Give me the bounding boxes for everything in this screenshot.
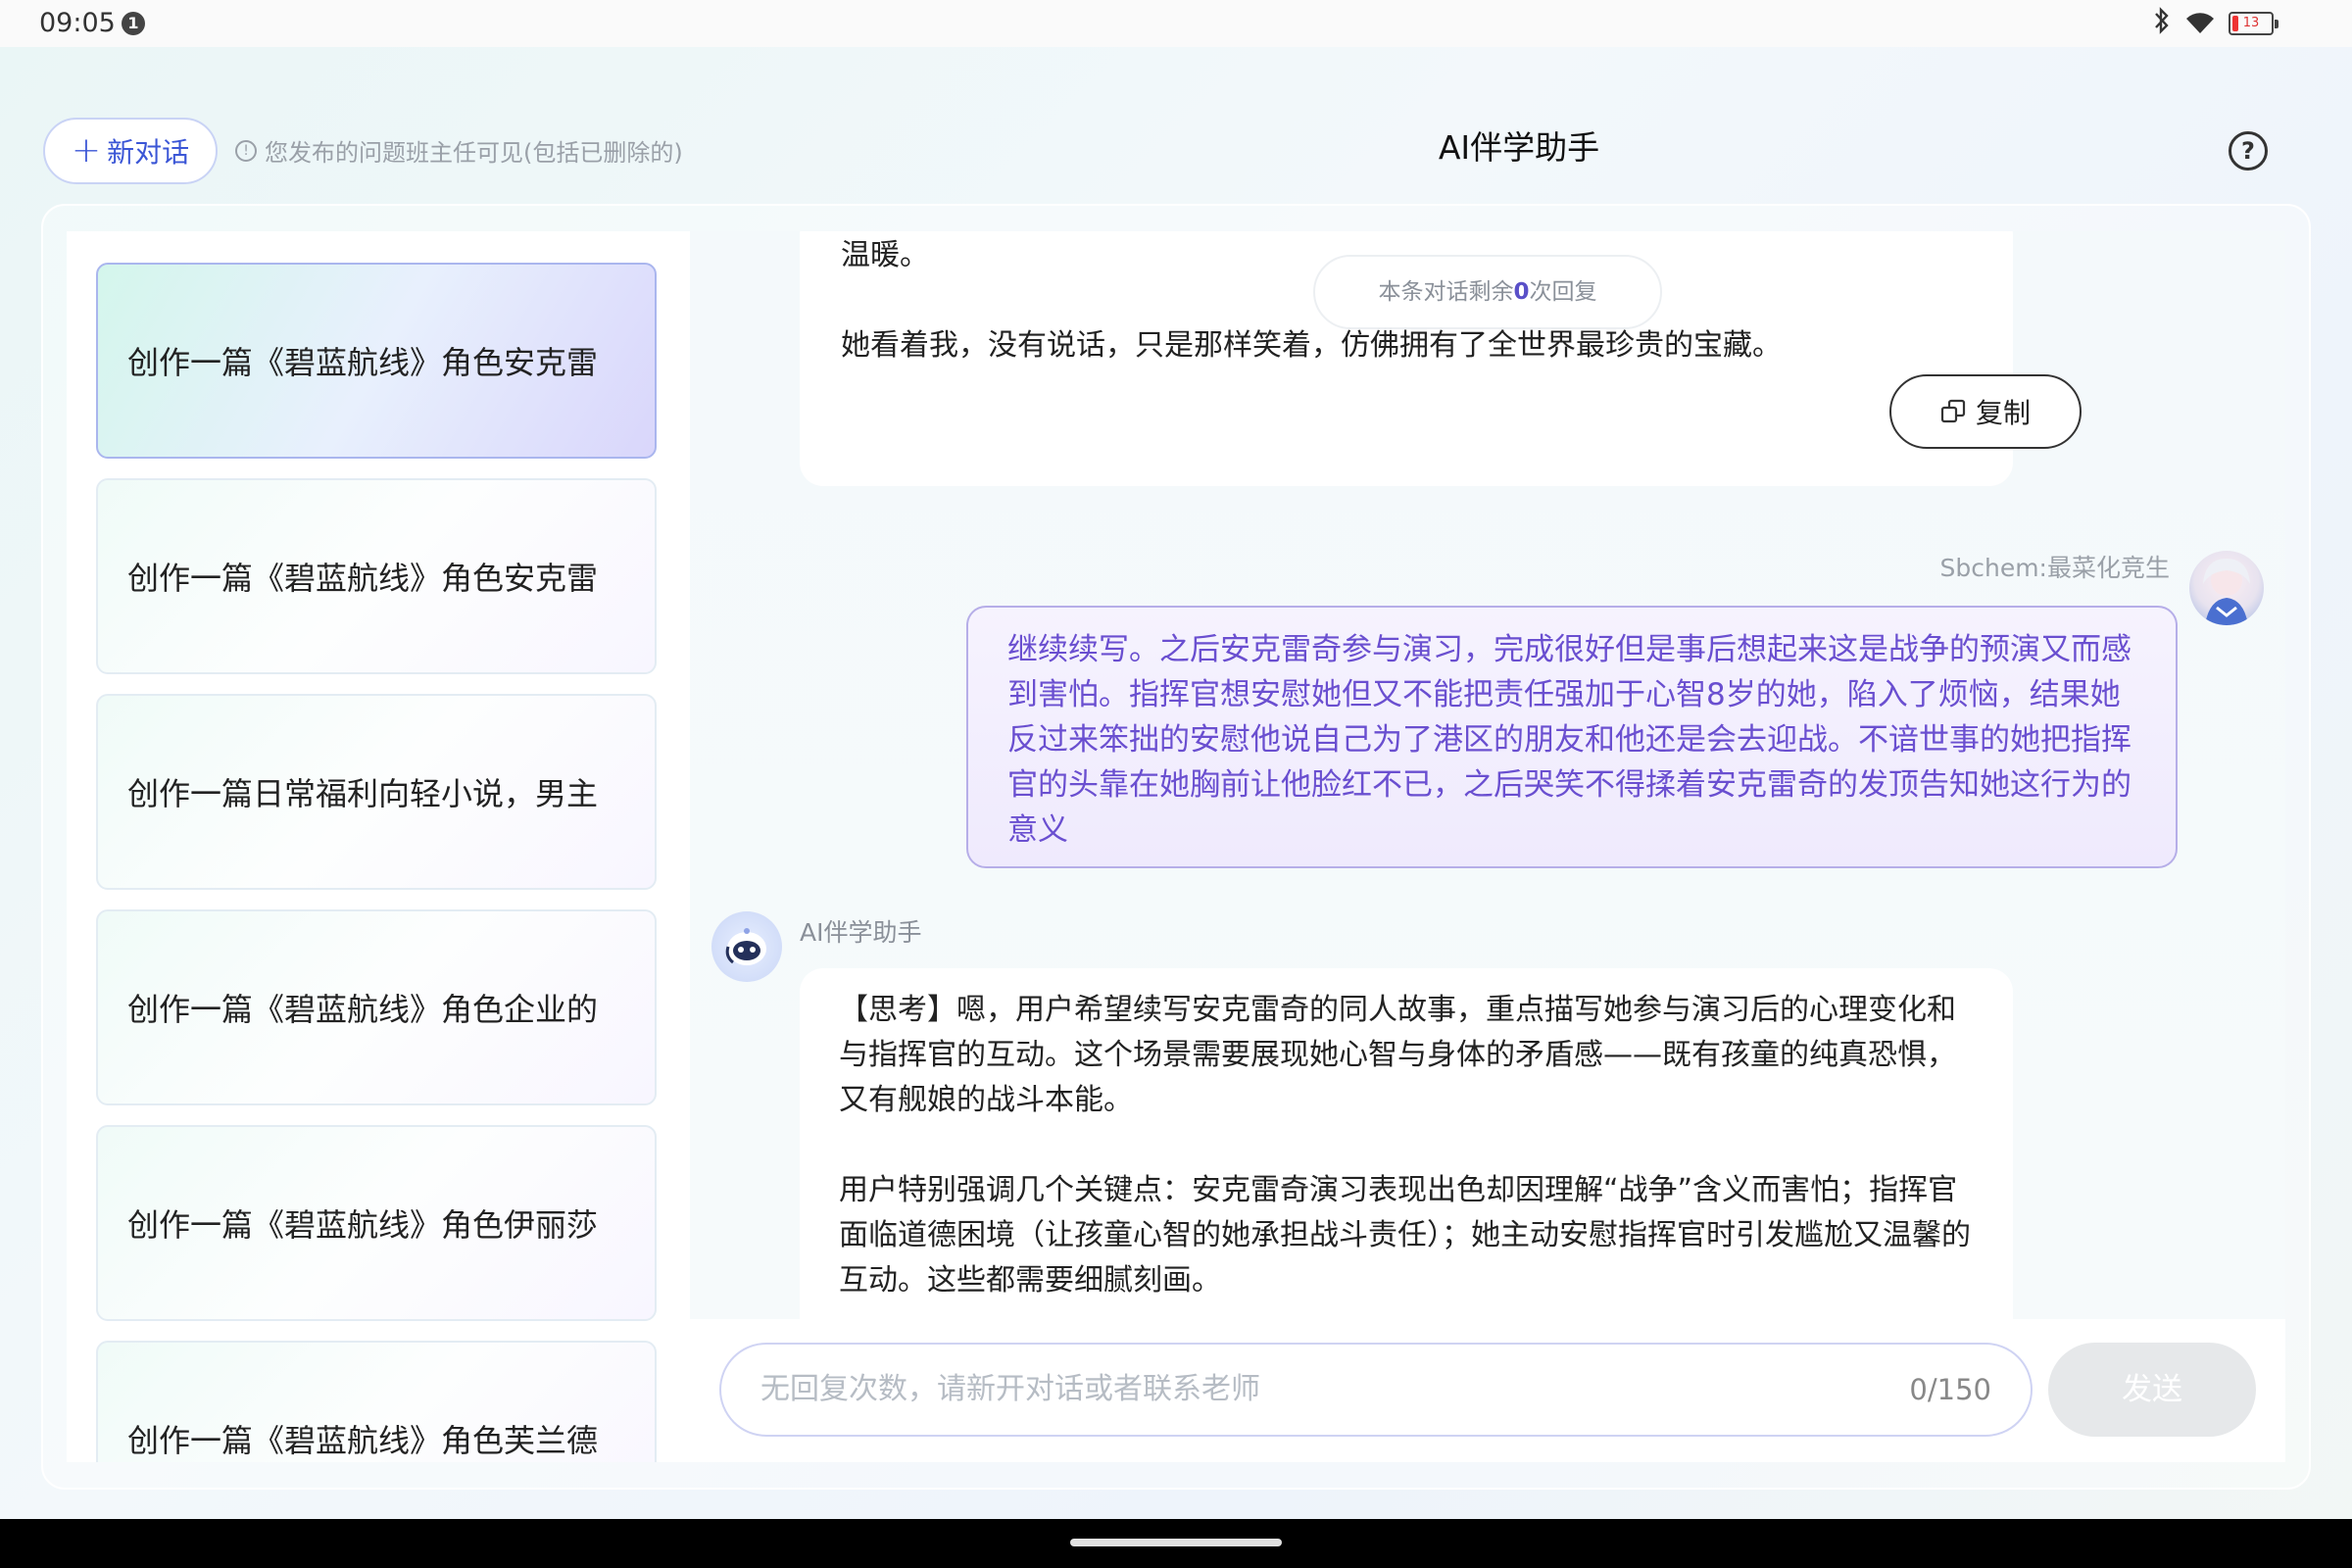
remaining-prefix: 本条对话剩余 — [1378, 279, 1514, 305]
wifi-icon — [2185, 12, 2215, 35]
new-chat-label: 新对话 — [107, 136, 190, 169]
remaining-count: 0 — [1513, 279, 1530, 305]
conversation-item[interactable]: 创作一篇《碧蓝航线》角色芙兰德 — [96, 1341, 657, 1462]
plus-icon: + — [71, 130, 102, 171]
char-count: 0/150 — [1909, 1373, 1991, 1406]
conversation-item[interactable]: 创作一篇《碧蓝航线》角色企业的 — [96, 909, 657, 1105]
conversation-item[interactable]: 创作一篇《碧蓝航线》角色安克雷 — [96, 478, 657, 674]
user-message-text: 继续续写。之后安克雷奇参与演习，完成很好但是事后想起来这是战争的预演又而感到害怕… — [1007, 632, 2132, 848]
message-input[interactable]: 无回复次数，请新开对话或者联系老师 0/150 — [719, 1343, 2033, 1437]
status-bar: 09:05 1 13 — [0, 0, 2352, 47]
send-button[interactable]: 发送 — [2048, 1343, 2256, 1437]
copy-label: 复制 — [1975, 397, 2031, 429]
conversation-item[interactable]: 创作一篇《碧蓝航线》角色伊丽莎 — [96, 1125, 657, 1321]
ai-avatar — [711, 911, 782, 982]
battery-icon: 13 — [2229, 12, 2278, 35]
conversation-title: 创作一篇《碧蓝航线》角色芙兰德 — [127, 1422, 599, 1459]
user-message-bubble: 继续续写。之后安克雷奇参与演习，完成很好但是事后想起来这是战争的预演又而感到害怕… — [966, 606, 2178, 868]
notification-badge: 1 — [122, 12, 145, 35]
home-gesture-handle[interactable] — [1070, 1539, 1282, 1546]
remaining-replies-badge: 本条对话剩余0次回复 — [1313, 255, 1662, 329]
input-placeholder: 无回复次数，请新开对话或者联系老师 — [760, 1372, 1260, 1406]
conversation-title: 创作一篇《碧蓝航线》角色企业的 — [127, 991, 599, 1028]
copy-icon — [1940, 399, 1966, 424]
new-chat-button[interactable]: + 新对话 — [43, 118, 218, 184]
conversation-item[interactable]: 创作一篇日常福利向轻小说，男主 — [96, 694, 657, 890]
user-name: Sbchem:最菜化竞生 — [1939, 554, 2171, 582]
conversation-item[interactable]: 创作一篇《碧蓝航线》角色安克雷 — [96, 263, 657, 459]
system-nav-bar — [0, 1519, 2352, 1568]
conversation-title: 创作一篇日常福利向轻小说，男主 — [127, 775, 599, 812]
visibility-notice: ! 您发布的问题班主任可见(包括已删除的) — [235, 133, 683, 168]
page-title: AI伴学助手 — [1438, 128, 1600, 167]
status-time: 09:05 — [39, 8, 116, 38]
conversation-list[interactable]: 创作一篇《碧蓝航线》角色安克雷 创作一篇《碧蓝航线》角色安克雷 创作一篇日常福利… — [67, 231, 690, 1462]
ai-message-text: 她看着我，没有说话，只是那样笑着，仿佛拥有了全世界最珍贵的宝藏。 — [841, 328, 1782, 363]
copy-button[interactable]: 复制 — [1889, 374, 2082, 449]
ai-message-card: 【思考】嗯，用户希望续写安克雷奇的同人故事，重点描写她参与演习后的心理变化和与指… — [800, 968, 2013, 1319]
chat-area[interactable]: 温暖。 她看着我，没有说话，只是那样笑着，仿佛拥有了全世界最珍贵的宝藏。 复制 … — [690, 231, 2285, 1319]
conversation-title: 创作一篇《碧蓝航线》角色伊丽莎 — [127, 1206, 599, 1244]
ai-message-paragraph: 【思考】嗯，用户希望续写安克雷奇的同人故事，重点描写她参与演习后的心理变化和与指… — [839, 993, 1956, 1117]
user-avatar[interactable] — [2189, 551, 2264, 625]
remaining-suffix: 次回复 — [1529, 279, 1597, 305]
bluetooth-icon — [2152, 6, 2172, 41]
input-bar: 无回复次数，请新开对话或者联系老师 0/150 发送 — [690, 1319, 2285, 1462]
notice-text: 您发布的问题班主任可见(包括已删除的) — [265, 139, 683, 167]
ai-message-text: 温暖。 — [841, 238, 929, 272]
help-icon[interactable]: ? — [2229, 131, 2268, 171]
status-icons: 13 — [2152, 6, 2278, 41]
ai-name: AI伴学助手 — [800, 918, 922, 947]
ai-message-paragraph: 用户特别强调几个关键点：安克雷奇演习表现出色却因理解“战争”含义而害怕；指挥官面… — [839, 1173, 1971, 1298]
conversation-title: 创作一篇《碧蓝航线》角色安克雷 — [127, 560, 599, 597]
conversation-title: 创作一篇《碧蓝航线》角色安克雷 — [127, 344, 599, 381]
info-icon: ! — [235, 139, 257, 162]
